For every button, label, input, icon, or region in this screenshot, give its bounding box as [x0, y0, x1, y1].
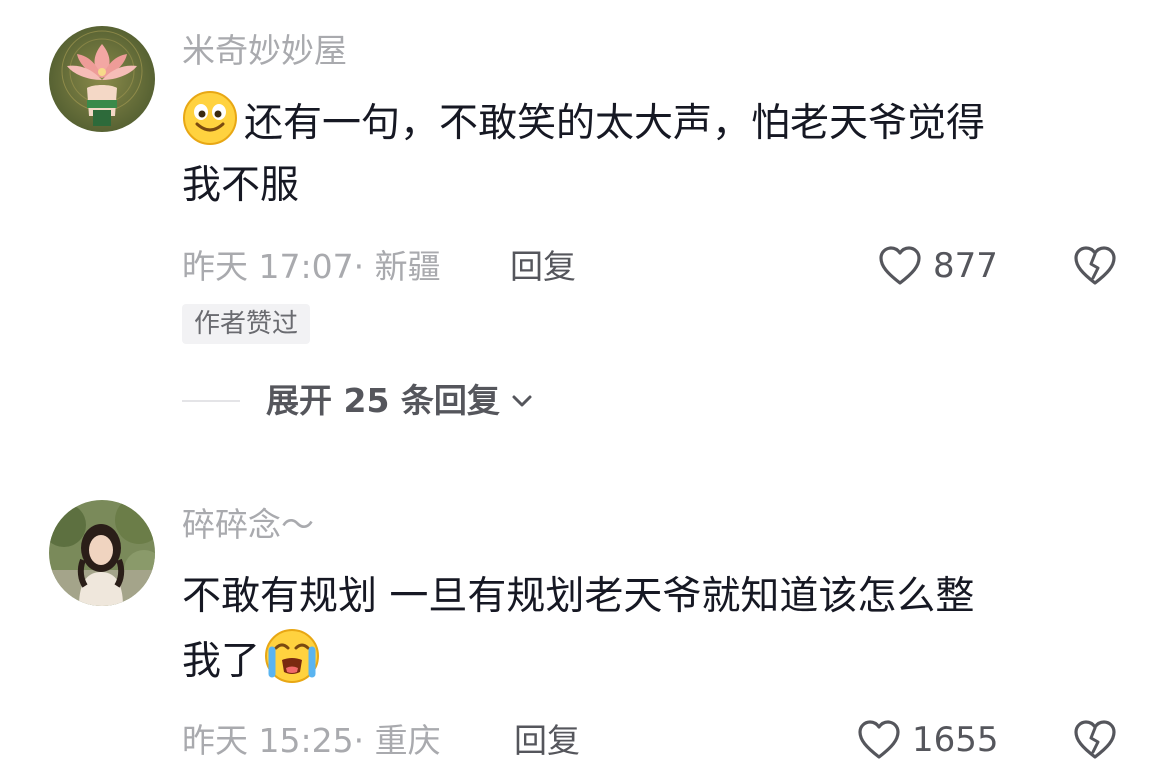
- comment-line-text: 不敢有规划 一旦有规划老天爷就知道该怎么整: [182, 574, 975, 619]
- like-count: 1655: [912, 720, 999, 760]
- smiling-face-emoji-icon: [183, 91, 237, 145]
- divider: [182, 400, 240, 402]
- comment-line-text: 我不服: [182, 163, 300, 208]
- avatar[interactable]: [49, 500, 155, 606]
- comment-text: 还有一句，不敢笑的太大声，怕老天爷觉得 我不服: [182, 90, 1112, 217]
- like-button[interactable]: 877: [877, 245, 998, 287]
- lotus-hand-avatar-icon: [49, 26, 155, 132]
- comment-line-text: 还有一句，不敢笑的太大声，怕老天爷觉得: [244, 101, 986, 146]
- comment-text: 不敢有规划 一旦有规划老天爷就知道该怎么整 我了: [182, 566, 1112, 693]
- chevron-down-icon: [512, 395, 532, 407]
- dislike-button[interactable]: [1072, 245, 1118, 291]
- like-count: 877: [933, 246, 998, 286]
- broken-heart-icon: [1074, 720, 1116, 759]
- expand-replies-label: 展开 25 条回复: [266, 381, 500, 420]
- avatar[interactable]: [49, 26, 155, 132]
- comment-line: 我了: [182, 628, 1112, 693]
- crying-face-emoji-icon: [265, 629, 320, 683]
- expand-replies[interactable]: 展开 25 条回复: [182, 381, 534, 421]
- username[interactable]: 碎碎念～: [182, 505, 314, 545]
- like-button[interactable]: 1655: [856, 719, 999, 761]
- heart-outline-icon: [879, 246, 921, 285]
- girl-photo-avatar-icon: [49, 500, 155, 606]
- timestamp-location: 昨天 15:25· 重庆: [182, 721, 441, 760]
- reply-button[interactable]: 回复: [510, 247, 576, 287]
- reply-button[interactable]: 回复: [514, 721, 580, 761]
- timestamp-location: 昨天 17:07· 新疆: [182, 247, 441, 286]
- username[interactable]: 米奇妙妙屋: [182, 31, 347, 71]
- comment-line-text: 我了: [182, 639, 261, 684]
- author-liked-badge: 作者赞过: [182, 304, 311, 344]
- heart-outline-icon: [858, 720, 900, 759]
- comment-line: 还有一句，不敢笑的太大声，怕老天爷觉得: [182, 90, 1112, 155]
- broken-heart-icon: [1074, 246, 1116, 285]
- dislike-button[interactable]: [1072, 719, 1118, 765]
